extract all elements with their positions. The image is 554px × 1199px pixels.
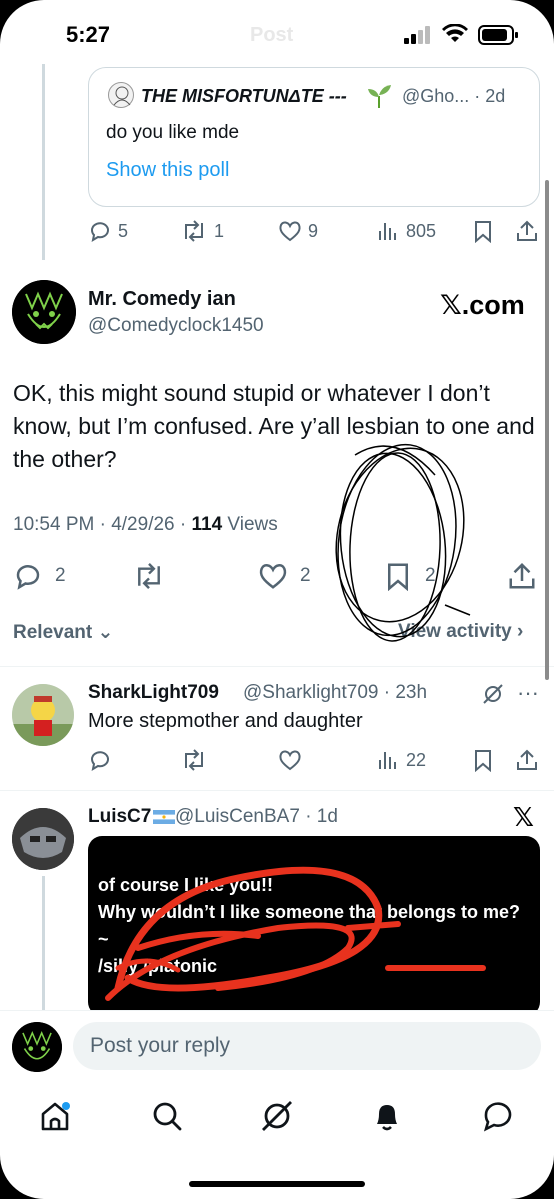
reply-avatar[interactable] — [12, 684, 74, 746]
sort-label: Relevant — [13, 622, 93, 643]
main-reply-count: 2 — [55, 565, 66, 586]
quote-author-name: THE MISFORTUNΔTE --- — [141, 86, 347, 106]
reply-count: 5 — [118, 220, 129, 241]
like-icon — [258, 561, 288, 591]
share-icon — [515, 748, 539, 772]
flag-icon — [153, 809, 176, 824]
main-like-count: 2 — [300, 565, 311, 586]
tab-notifications[interactable] — [369, 1098, 405, 1134]
main-reply-button[interactable]: 2 — [13, 561, 66, 591]
grok-icon[interactable] — [482, 683, 504, 705]
messages-icon — [480, 1098, 516, 1134]
like-count: 9 — [308, 220, 319, 241]
thread-line — [42, 64, 45, 260]
tab-search[interactable] — [149, 1098, 185, 1134]
reply-author-name-text: LuisC7 — [88, 806, 152, 827]
header-title: Post — [250, 24, 294, 46]
scrollbar[interactable] — [545, 180, 549, 680]
reply-author-name: SharkLight709 — [88, 682, 219, 703]
tab-home[interactable] — [37, 1098, 73, 1134]
bookmark-button[interactable] — [471, 219, 495, 243]
quote-handle-date: @Gho... · 2d — [402, 86, 506, 106]
divider — [0, 790, 554, 791]
bookmark-icon — [471, 748, 495, 772]
repost-button[interactable] — [180, 748, 208, 772]
reply-avatar[interactable] — [12, 808, 74, 870]
chevron-down-icon: ⌄ — [97, 622, 114, 643]
scribble-circle — [335, 443, 471, 642]
views-button[interactable]: 805 — [376, 219, 436, 243]
divider — [0, 666, 554, 667]
battery-icon — [478, 25, 520, 45]
views-icon — [376, 219, 400, 243]
post-timestamp: 10:54 PM · 4/29/26 · — [13, 514, 192, 535]
views-count: 805 — [406, 220, 437, 241]
search-icon — [149, 1098, 185, 1134]
like-icon — [278, 748, 302, 772]
signal-icon — [404, 26, 432, 44]
share-button[interactable] — [515, 219, 539, 243]
like-icon — [278, 219, 302, 243]
views-number: 114 — [191, 514, 223, 535]
like-button[interactable] — [278, 748, 302, 772]
show-poll-link[interactable]: Show this poll — [106, 159, 229, 182]
views-button[interactable]: 22 — [376, 748, 426, 772]
reply-text: More stepmother and daughter — [88, 710, 363, 732]
post-meta: 10:54 PM · 4/29/26 · 114 Views — [13, 514, 278, 536]
bookmark-icon — [471, 219, 495, 243]
repost-count: 1 — [214, 220, 225, 241]
reply-icon — [88, 219, 112, 243]
reply-icon — [13, 561, 43, 591]
more-icon[interactable]: ··· — [517, 680, 539, 706]
reply-author-name: LuisC7 — [88, 806, 176, 828]
wifi-icon — [442, 24, 468, 44]
status-time: 5:27 — [66, 22, 111, 47]
reply-button[interactable] — [88, 748, 112, 772]
views-label: Views — [222, 514, 278, 535]
home-indicator — [189, 1181, 365, 1187]
main-author-name: Mr. Comedy ian — [88, 288, 236, 310]
quote-text: do you like mde — [106, 122, 240, 143]
tab-grok[interactable] — [259, 1098, 295, 1134]
main-repost-button[interactable] — [132, 561, 166, 591]
home-icon — [37, 1098, 73, 1134]
like-button[interactable]: 9 — [278, 219, 318, 243]
views-count: 22 — [406, 749, 427, 770]
main-share-button[interactable] — [507, 561, 537, 591]
main-author-avatar[interactable] — [12, 280, 76, 344]
repost-icon — [180, 748, 208, 772]
source-logo: 𝕏.com — [440, 290, 525, 320]
repost-button[interactable]: 1 — [180, 219, 224, 243]
composer-avatar — [12, 1022, 62, 1072]
tab-messages[interactable] — [480, 1098, 516, 1134]
thread-line — [42, 876, 45, 1010]
repost-icon — [132, 561, 166, 591]
red-scribble — [105, 866, 486, 1001]
reply-handle-date: @Sharklight709 · 23h — [243, 682, 428, 703]
sort-dropdown[interactable]: Relevant ⌄ — [13, 621, 113, 644]
share-icon — [507, 561, 537, 591]
repost-icon — [180, 219, 208, 243]
chevron-right-icon: › — [517, 621, 524, 642]
views-icon — [376, 748, 400, 772]
share-button[interactable] — [515, 748, 539, 772]
quote-avatar — [108, 82, 134, 108]
bookmark-button[interactable] — [471, 748, 495, 772]
reply-input[interactable] — [73, 1022, 541, 1070]
share-icon — [515, 219, 539, 243]
main-like-button[interactable]: 2 — [258, 561, 311, 591]
reply-icon — [88, 748, 112, 772]
bell-icon — [369, 1098, 405, 1134]
grok-icon — [259, 1098, 295, 1134]
reply-handle-date: @LuisCenBA7 · 1d — [175, 806, 338, 827]
sprout-icon — [366, 84, 392, 108]
main-author-handle: @Comedyclock1450 — [88, 315, 264, 336]
source-logo: 𝕏 — [513, 802, 534, 832]
reply-button[interactable]: 5 — [88, 219, 128, 243]
